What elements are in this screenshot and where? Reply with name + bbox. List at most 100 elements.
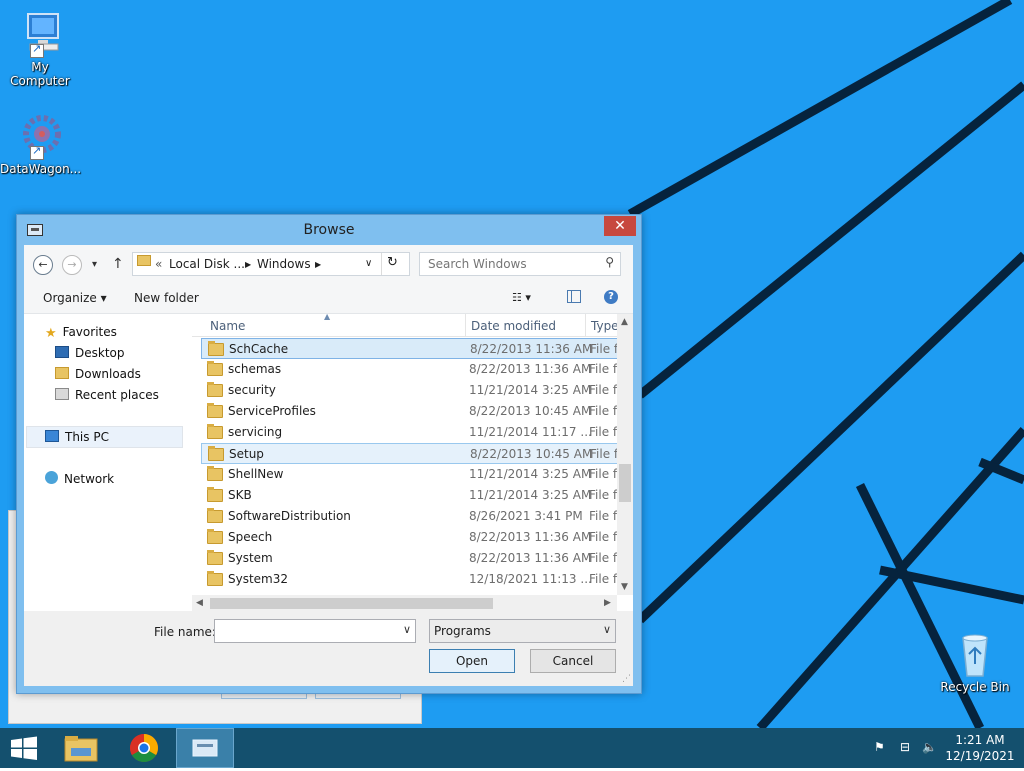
active-window-taskbar-button[interactable] <box>176 728 234 768</box>
help-icon[interactable]: ? <box>604 290 618 304</box>
folder-icon <box>207 508 223 523</box>
file-row[interactable]: schemas8/22/2013 11:36 AMFile fol <box>201 359 621 380</box>
file-explorer-taskbar-button[interactable] <box>57 728 105 768</box>
address-bar[interactable]: « Local Disk ... ▶ Windows ▶ ∨ ↻ <box>132 252 410 276</box>
start-button[interactable] <box>0 728 48 768</box>
column-type[interactable]: Type <box>591 319 619 333</box>
new-folder-button[interactable]: New folder <box>134 291 199 305</box>
shortcut-arrow-icon <box>30 144 44 160</box>
close-button[interactable]: ✕ <box>604 216 636 236</box>
close-icon: ✕ <box>614 218 626 234</box>
recent-locations-dropdown[interactable]: ▾ <box>92 259 97 270</box>
preview-pane-icon[interactable] <box>567 290 581 303</box>
folder-icon <box>208 446 224 461</box>
computer-icon <box>16 10 64 58</box>
navigation-pane: ★ Favorites Desktop Downloads Recent plac… <box>24 314 192 611</box>
nav-favorites[interactable]: ★ Favorites <box>45 322 117 342</box>
breadcrumb-separator[interactable]: ▶ <box>245 260 251 269</box>
action-center-flag-icon[interactable]: ⚑ <box>874 740 885 754</box>
breadcrumb-separator[interactable]: ▶ <box>315 260 321 269</box>
desktop-icon-label: My Computer <box>10 60 70 88</box>
file-type-value: Programs <box>434 624 491 638</box>
datawagon-desktop-icon[interactable]: DataWagon... <box>0 112 82 176</box>
folder-icon <box>207 571 223 586</box>
desktop-icon-label: DataWagon... <box>0 162 82 176</box>
file-row[interactable]: ShellNew11/21/2014 3:25 AMFile fol <box>201 464 621 485</box>
dialog-title: Browse <box>303 222 355 238</box>
organize-button[interactable]: Organize ▾ <box>43 291 107 305</box>
folder-icon <box>207 466 223 481</box>
file-name-combobox[interactable]: ∨ <box>214 619 416 643</box>
recycle-bin-desktop-icon[interactable]: Recycle Bin <box>935 630 1015 694</box>
folder-icon <box>208 341 224 356</box>
nav-this-pc[interactable]: This PC <box>45 427 109 447</box>
refresh-icon[interactable]: ↻ <box>387 255 398 270</box>
horizontal-scrollbar[interactable]: ◀ ▶ <box>192 595 617 611</box>
nav-network[interactable]: Network <box>45 469 114 489</box>
chevron-down-icon[interactable]: ∨ <box>603 623 611 636</box>
breadcrumb-local-disk[interactable]: Local Disk ... <box>169 257 245 271</box>
file-row[interactable]: SKB11/21/2014 3:25 AMFile fol <box>201 485 621 506</box>
dialog-titlebar[interactable]: Browse ✕ <box>17 215 641 245</box>
folder-icon <box>207 424 223 439</box>
file-type-select[interactable]: Programs ∨ <box>429 619 616 643</box>
my-computer-desktop-icon[interactable]: My Computer <box>0 10 80 88</box>
chevron-down-icon[interactable]: ∨ <box>403 623 411 636</box>
breadcrumb-prefix[interactable]: « <box>155 257 162 271</box>
scroll-left-arrow[interactable]: ◀ <box>196 598 203 608</box>
chrome-taskbar-button[interactable] <box>120 728 168 768</box>
folder-icon <box>207 382 223 397</box>
file-row[interactable]: Setup8/22/2013 10:45 AMFile fol <box>201 443 622 464</box>
file-row[interactable]: SchCache8/22/2013 11:36 AMFile fol <box>201 338 622 359</box>
folder-icon <box>207 361 223 376</box>
scroll-right-arrow[interactable]: ▶ <box>604 598 611 608</box>
back-button[interactable]: ← <box>33 255 53 275</box>
chrome-icon <box>130 734 158 762</box>
desktop-icon <box>55 346 69 358</box>
back-arrow-icon: ← <box>38 258 48 271</box>
volume-icon[interactable]: 🔈 <box>922 740 937 754</box>
horizontal-scroll-thumb[interactable] <box>210 598 493 609</box>
nav-downloads[interactable]: Downloads <box>55 364 141 384</box>
recycle-bin-icon <box>951 630 999 678</box>
forward-button[interactable]: → <box>62 255 82 275</box>
view-options-icon[interactable]: ☷ ▾ <box>512 291 531 304</box>
folder-icon <box>137 255 151 269</box>
scroll-down-arrow[interactable]: ▼ <box>621 582 628 592</box>
toolbar: Organize ▾ New folder ☷ ▾ ? <box>24 283 633 314</box>
scroll-up-arrow[interactable]: ▲ <box>621 317 628 327</box>
nav-recent-places[interactable]: Recent places <box>55 385 159 405</box>
network-icon <box>45 471 58 484</box>
desktop-icon-label: Recycle Bin <box>940 680 1010 694</box>
up-arrow-icon[interactable]: ↑ <box>112 256 124 272</box>
nav-desktop[interactable]: Desktop <box>55 343 125 363</box>
file-row[interactable]: servicing11/21/2014 11:17 ...File fol <box>201 422 621 443</box>
file-row[interactable]: System3212/18/2021 11:13 ...File fol <box>201 569 621 590</box>
search-icon[interactable]: ⚲ <box>605 255 614 269</box>
column-date-modified[interactable]: Date modified <box>471 319 556 333</box>
column-name[interactable]: Name <box>210 319 245 333</box>
desktop: My Computer DataWagon... Recycle Bin <box>0 0 1024 728</box>
network-icon[interactable]: ⊟ <box>900 740 910 754</box>
file-list: ▲ Name Date modified Type SchCache 8/22/2… <box>192 314 633 611</box>
file-row[interactable]: ServiceProfiles8/22/2013 10:45 AMFile fo… <box>201 401 621 422</box>
taskbar-clock[interactable]: 1:21 AM 12/19/2021 <box>940 732 1020 764</box>
cancel-button[interactable]: Cancel <box>530 649 616 673</box>
file-row[interactable]: security11/21/2014 3:25 AMFile fol <box>201 380 621 401</box>
search-box[interactable]: ⚲ <box>419 252 621 276</box>
windows-logo-icon <box>11 736 37 760</box>
file-row[interactable]: System8/22/2013 11:36 AMFile fol <box>201 548 621 569</box>
resize-grip[interactable]: ⋰ <box>622 674 631 684</box>
star-icon: ★ <box>45 326 57 341</box>
folder-icon <box>207 529 223 544</box>
breadcrumb-windows[interactable]: Windows <box>257 257 311 271</box>
search-input[interactable] <box>426 255 600 273</box>
open-button[interactable]: Open <box>429 649 515 673</box>
file-row[interactable]: SoftwareDistribution 8/26/2021 3:41 PM Fil… <box>201 506 621 527</box>
clock-date: 12/19/2021 <box>945 749 1015 763</box>
vertical-scrollbar[interactable]: ▲ ▼ <box>617 314 633 595</box>
vertical-scroll-thumb[interactable] <box>619 464 631 502</box>
folder-icon <box>207 403 223 418</box>
file-row[interactable]: Speech8/22/2013 11:36 AMFile fol <box>201 527 621 548</box>
address-dropdown[interactable]: ∨ <box>365 258 372 269</box>
